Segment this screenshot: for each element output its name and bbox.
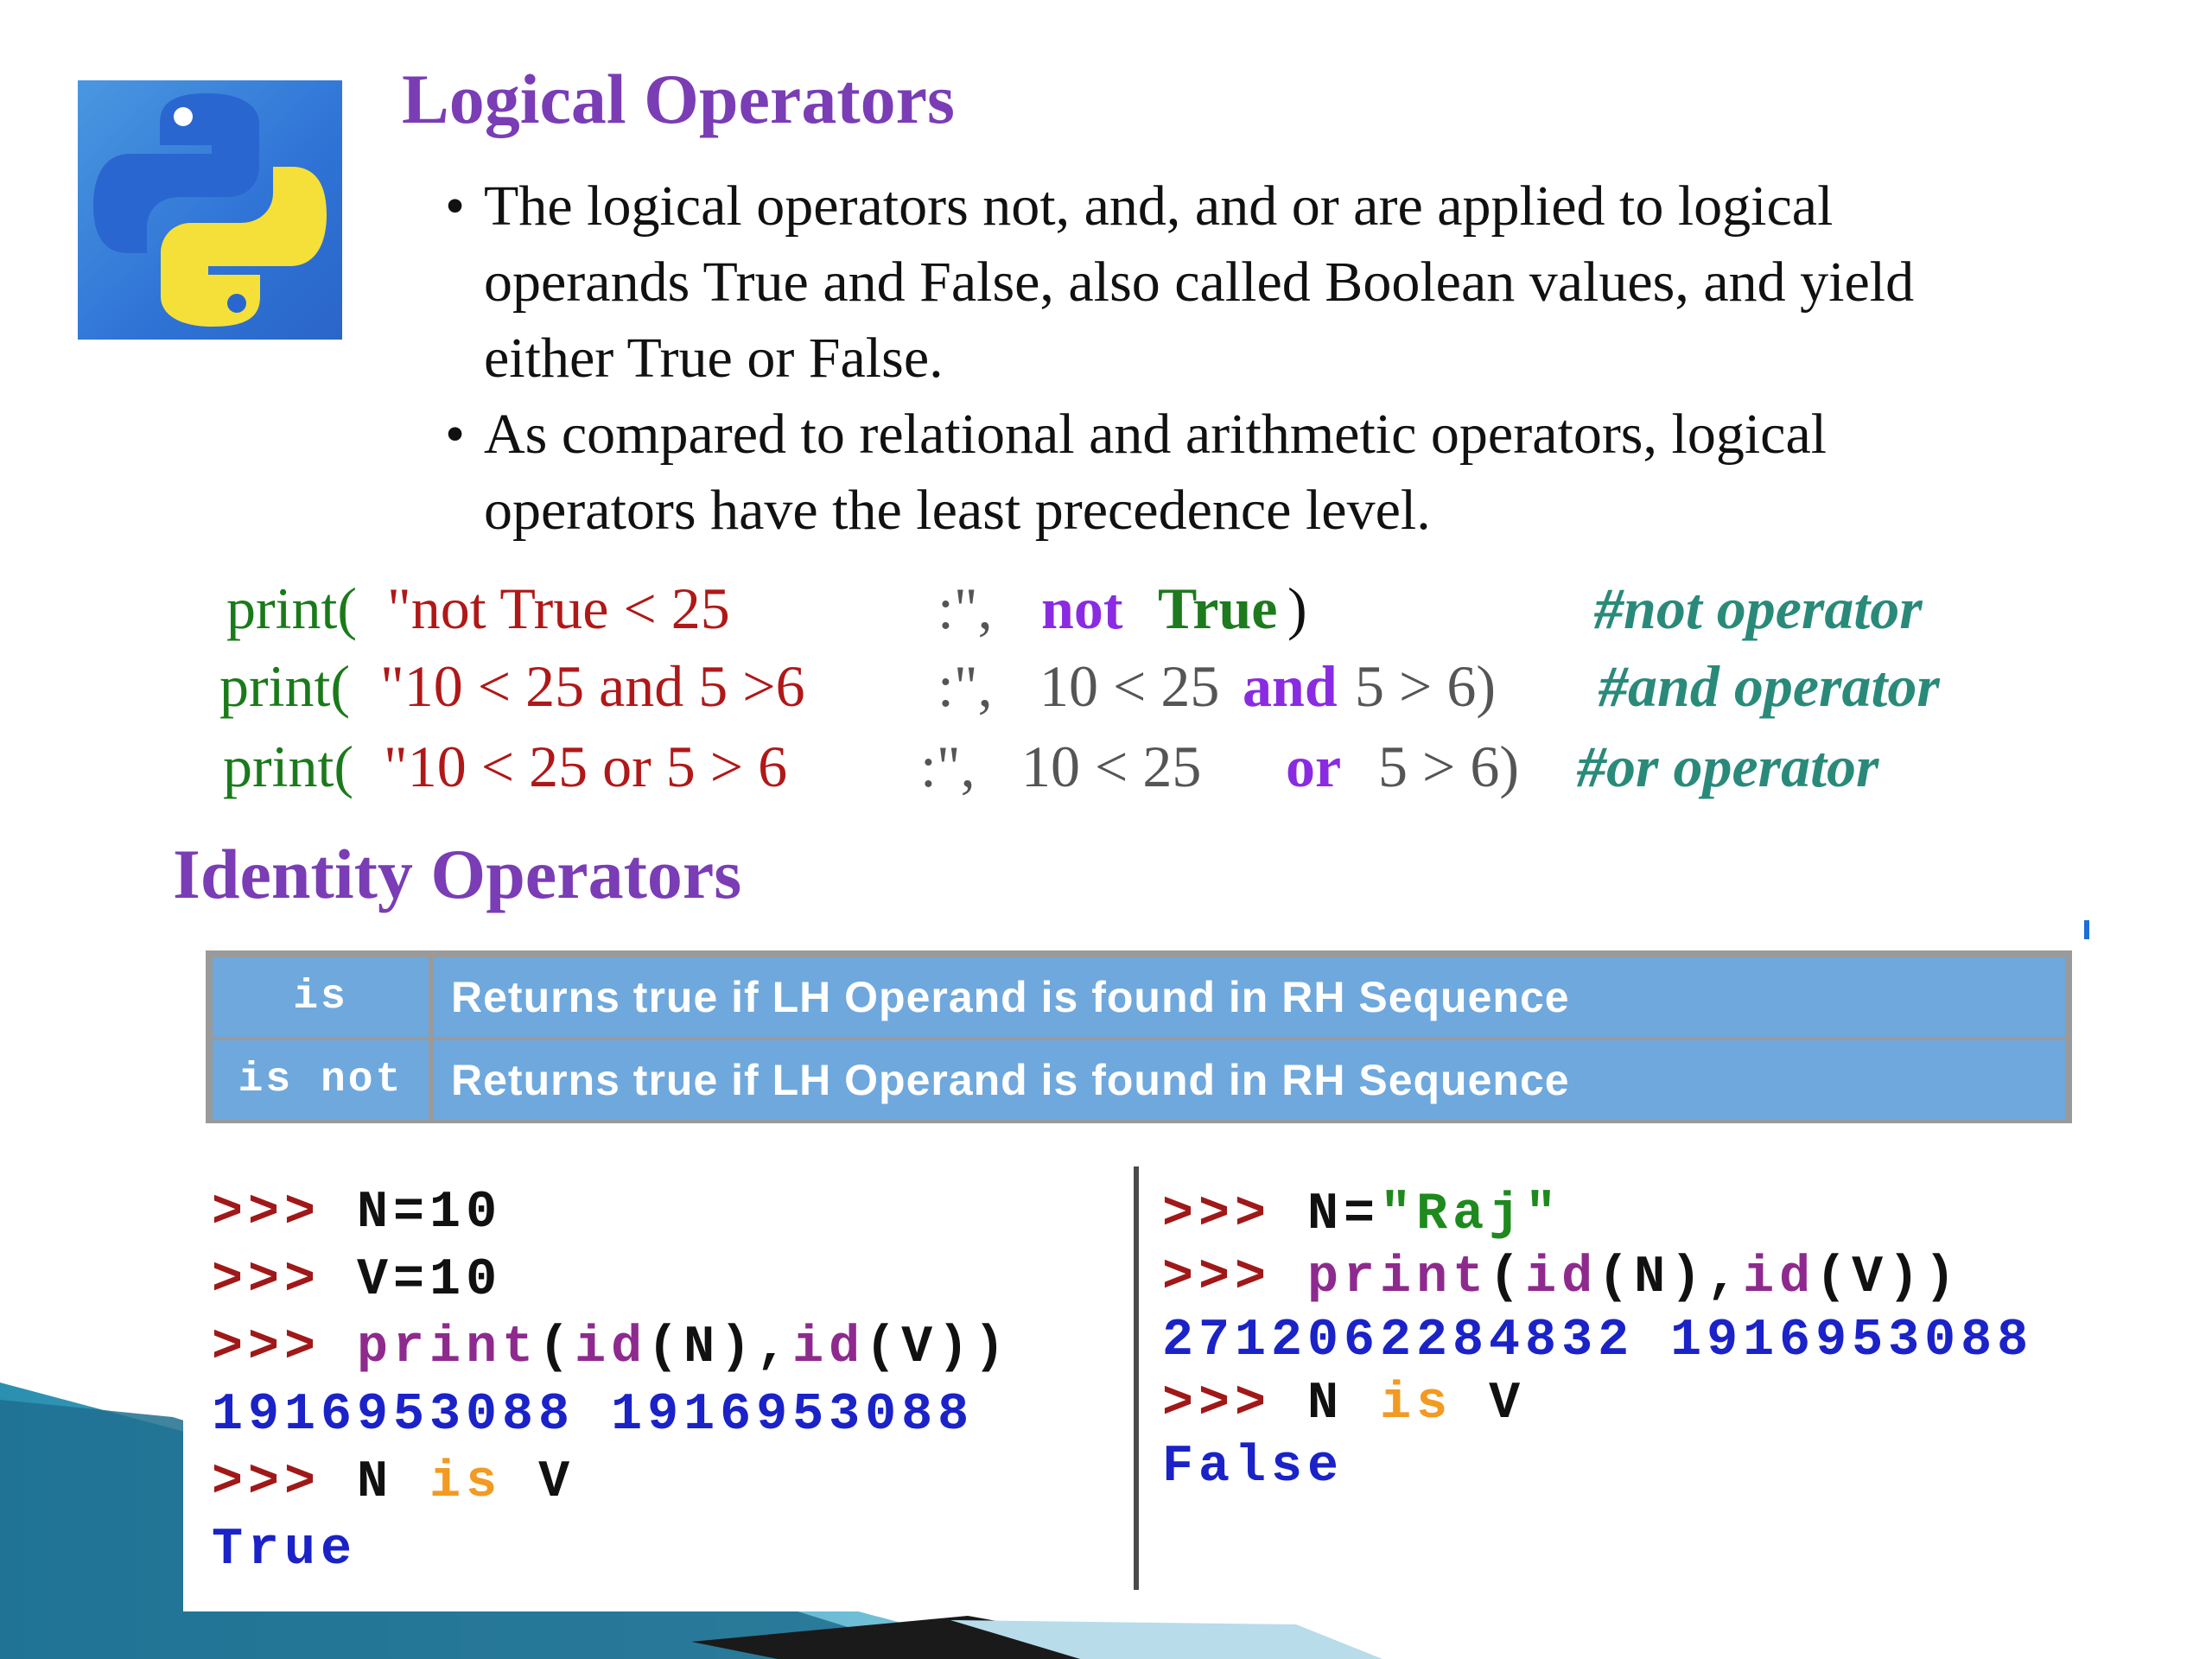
code-close: ) [1287, 575, 1307, 641]
code-text: (V)) [1815, 1249, 1961, 1307]
code-text: V=10 [357, 1251, 503, 1310]
code-colon: :", [938, 653, 993, 719]
code-string: "Raj" [1380, 1185, 1562, 1244]
code-fn: id [1525, 1249, 1599, 1307]
code-string: "10 < 25 and 5 >6 [380, 653, 805, 719]
code-fn: print [357, 1319, 539, 1377]
code-text: ( [1489, 1249, 1526, 1307]
code-text: N [357, 1453, 394, 1512]
code-keyword-or: or [1286, 734, 1342, 799]
code-line-and: print( "10 < 25 and 5 >6 :", 10 < 25 and… [0, 652, 2212, 721]
code-text: (N), [647, 1319, 793, 1377]
section-title-identity: Identity Operators [173, 835, 742, 913]
code-expr: 10 < 25 [1021, 734, 1202, 799]
bullet-line: As compared to relational and arithmetic… [484, 403, 1827, 466]
bullet-item: • The logical operators not, and, and or… [445, 168, 2173, 397]
code-text: (N), [1598, 1249, 1744, 1307]
bullet-dot-icon: • [445, 403, 466, 466]
bullet-line: operands True and False, also called Boo… [484, 251, 1915, 314]
identity-operator-table: is Returns true if LH Operand is found i… [206, 950, 2072, 1123]
prompt: >>> [212, 1184, 321, 1243]
bullet-list: • The logical operators not, and, and or… [445, 168, 2173, 549]
code-expr: 10 < 25 [1039, 653, 1220, 719]
code-print: print( [223, 734, 354, 799]
console-output: True [212, 1521, 358, 1580]
bullet-dot-icon: • [445, 175, 466, 238]
code-line-or: print( "10 < 25 or 5 > 6 :", 10 < 25 or … [0, 733, 2212, 802]
code-string: "not True < 25 [387, 575, 730, 641]
code-text: N=10 [357, 1184, 503, 1243]
code-expr: 5 > 6) [1355, 653, 1496, 719]
code-text: V [538, 1453, 575, 1512]
code-text: N [1307, 1375, 1344, 1433]
prompt: >>> [212, 1453, 321, 1512]
console-line: >>> N=10 [212, 1184, 502, 1243]
console-line: >>> print(id(N),id(V)) [1162, 1249, 1961, 1307]
code-text: V [1489, 1375, 1526, 1433]
description-cell: Returns true if LH Operand is found in R… [451, 1056, 1570, 1104]
table-row: is not Returns true if LH Operand is fou… [213, 1040, 2065, 1120]
prompt: >>> [1162, 1185, 1272, 1244]
code-fn: print [1307, 1249, 1490, 1307]
bullet-line: operators have the least precedence leve… [484, 479, 1431, 542]
code-comment: #not operator [1594, 575, 1923, 641]
code-text: N= [1307, 1185, 1381, 1244]
python-logo [78, 80, 342, 340]
code-print: print( [226, 575, 358, 641]
console-output: False [1162, 1438, 1344, 1497]
operator-cell: is [213, 957, 434, 1037]
code-comment: #and operator [1599, 653, 1940, 719]
code-fn: id [575, 1319, 648, 1377]
prompt: >>> [1162, 1375, 1272, 1433]
console-line: >>> V=10 [212, 1251, 502, 1310]
code-colon: :", [938, 575, 993, 641]
bullet-item: • As compared to relational and arithmet… [445, 397, 2173, 549]
prompt: >>> [212, 1319, 321, 1377]
code-text: (V)) [865, 1319, 1011, 1377]
code-keyword: is [1380, 1375, 1453, 1433]
page-title: Logical Operators [402, 60, 955, 138]
console-line: >>> print(id(N),id(V)) [212, 1319, 1010, 1377]
code-fn: id [1743, 1249, 1816, 1307]
code-line-not: print( "not True < 25 :", not True ) #no… [0, 575, 2212, 644]
code-comment: #or operator [1577, 734, 1879, 799]
bullet-line: either True or False. [484, 327, 944, 390]
code-expr: 5 > 6) [1378, 734, 1519, 799]
description-cell: Returns true if LH Operand is found in R… [451, 973, 1570, 1021]
console-output: 2712062284832 1916953088 [1162, 1312, 2034, 1370]
table-row: is Returns true if LH Operand is found i… [213, 957, 2065, 1037]
code-keyword-not: not [1041, 575, 1123, 641]
code-string: "10 < 25 or 5 > 6 [384, 734, 788, 799]
code-text: ( [538, 1319, 575, 1377]
prompt: >>> [1162, 1249, 1272, 1307]
code-keyword: is [429, 1453, 503, 1512]
console-line: >>> N is V [212, 1453, 575, 1512]
code-keyword-true: True [1158, 575, 1278, 641]
console-output: 1916953088 1916953088 [212, 1386, 975, 1445]
operator-cell: is not [213, 1040, 434, 1120]
code-fn: id [792, 1319, 866, 1377]
code-colon: :", [920, 734, 976, 799]
bullet-line: The logical operators not, and, and or a… [484, 175, 1834, 238]
console-line: >>> N="Raj" [1162, 1185, 1561, 1244]
code-print: print( [219, 653, 351, 719]
console-divider [1134, 1166, 1139, 1590]
prompt: >>> [212, 1251, 321, 1310]
code-keyword-and: and [1243, 653, 1338, 719]
blue-marker [2084, 920, 2089, 939]
console-line: >>> N is V [1162, 1375, 1525, 1433]
